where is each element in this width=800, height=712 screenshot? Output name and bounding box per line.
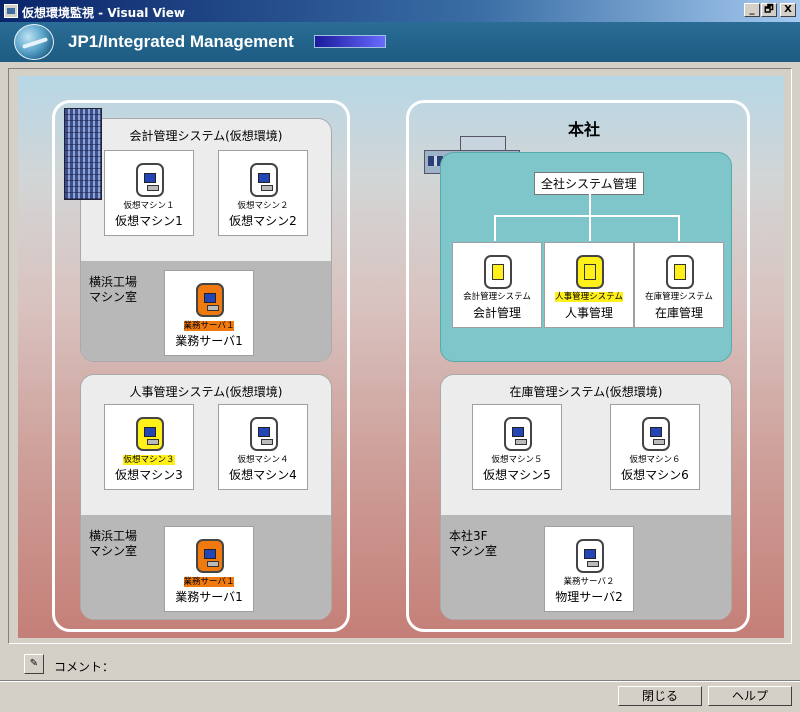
document-icon	[666, 255, 694, 289]
node-sublabel: 仮想マシン６	[629, 455, 681, 465]
group-title: 在庫管理システム(仮想環境)	[509, 385, 663, 399]
node-name: 業務サーバ1	[175, 334, 243, 348]
tree-connector	[494, 215, 496, 241]
tree-connector	[589, 215, 591, 241]
node-inventory-system[interactable]: 在庫管理システム 在庫管理	[634, 242, 724, 328]
node-sublabel: 人事管理システム	[555, 292, 623, 302]
app-icon	[4, 4, 18, 18]
group-title: 人事管理システム(仮想環境)	[129, 385, 283, 399]
node-name: 仮想マシン1	[115, 214, 183, 228]
node-sublabel: 仮想マシン３	[123, 455, 175, 465]
node-vm4[interactable]: 仮想マシン４ 仮想マシン4	[218, 404, 308, 490]
node-sublabel: 仮想マシン１	[123, 201, 175, 211]
pc-icon	[576, 539, 604, 573]
close-button[interactable]: 閉じる	[618, 686, 702, 706]
root-node-company-system[interactable]: 全社システム管理	[534, 172, 644, 195]
pc-icon	[136, 163, 164, 197]
node-name: 人事管理	[564, 306, 613, 320]
tree-connector	[678, 215, 680, 241]
node-sublabel: 会計管理システム	[463, 292, 531, 302]
node-sublabel: 仮想マシン４	[237, 455, 289, 465]
node-accounting-system[interactable]: 会計管理システム 会計管理	[452, 242, 542, 328]
node-server1-b[interactable]: 業務サーバ１ 業務サーバ1	[164, 526, 254, 612]
pc-icon	[504, 417, 532, 451]
footer-separator	[0, 680, 800, 682]
group-title: 会計管理システム(仮想環境)	[129, 129, 283, 143]
location-label: 本社3F マシン室	[449, 529, 498, 558]
node-name: 仮想マシン2	[229, 214, 297, 228]
node-name: 仮想マシン6	[621, 468, 689, 482]
restore-button[interactable]: 🗗	[761, 3, 777, 17]
node-sublabel: 業務サーバ１	[183, 321, 235, 331]
pc-icon	[196, 283, 224, 317]
product-header: JP1/Integrated Management	[0, 22, 800, 62]
window-title-bar[interactable]: 仮想環境監視 - Visual View _ 🗗 X	[0, 0, 800, 22]
node-sublabel: 業務サーバ２	[563, 577, 615, 587]
headquarters-label: 本社	[568, 120, 601, 139]
node-vm3[interactable]: 仮想マシン３ 仮想マシン3	[104, 404, 194, 490]
pc-icon	[250, 163, 278, 197]
node-name: 仮想マシン3	[115, 468, 183, 482]
node-name: 在庫管理	[654, 306, 703, 320]
minimize-button[interactable]: _	[744, 3, 760, 17]
node-hr-system[interactable]: 人事管理システム 人事管理	[544, 242, 634, 328]
pc-icon	[136, 417, 164, 451]
product-banner-bar	[314, 35, 386, 48]
node-name: 業務サーバ1	[175, 590, 243, 604]
visual-view-map: 会計管理システム(仮想環境) 横浜工場 マシン室 仮想マシン１ 仮想マシン1 仮…	[18, 76, 784, 638]
node-vm2[interactable]: 仮想マシン２ 仮想マシン2	[218, 150, 308, 236]
node-name: 仮想マシン4	[229, 468, 297, 482]
node-name: 会計管理	[472, 306, 521, 320]
close-window-button[interactable]: X	[780, 3, 796, 17]
jp1-logo-icon	[14, 24, 54, 60]
help-button[interactable]: ヘルプ	[708, 686, 792, 706]
node-sublabel: 業務サーバ１	[183, 577, 235, 587]
tree-connector	[494, 215, 680, 217]
node-sublabel: 在庫管理システム	[645, 292, 713, 302]
location-label: 横浜工場 マシン室	[89, 529, 138, 558]
node-name: 仮想マシン5	[483, 468, 551, 482]
document-icon	[484, 255, 512, 289]
pc-icon	[196, 539, 224, 573]
location-label: 横浜工場 マシン室	[89, 275, 138, 304]
node-vm5[interactable]: 仮想マシン５ 仮想マシン5	[472, 404, 562, 490]
pc-icon	[250, 417, 278, 451]
pc-icon	[642, 417, 670, 451]
window-title: 仮想環境監視 - Visual View	[22, 6, 186, 20]
office-tower-icon	[64, 108, 102, 200]
comment-icon[interactable]: ✎	[24, 654, 44, 674]
comment-label: コメント：	[54, 660, 115, 674]
node-server1-a[interactable]: 業務サーバ１ 業務サーバ1	[164, 270, 254, 356]
node-sublabel: 仮想マシン２	[237, 201, 289, 211]
node-physical-server2[interactable]: 業務サーバ２ 物理サーバ2	[544, 526, 634, 612]
node-name: 物理サーバ2	[555, 590, 623, 604]
document-icon	[576, 255, 604, 289]
product-name: JP1/Integrated Management	[68, 32, 294, 51]
tree-connector	[589, 193, 591, 215]
node-sublabel: 仮想マシン５	[491, 455, 543, 465]
node-vm6[interactable]: 仮想マシン６ 仮想マシン6	[610, 404, 700, 490]
node-vm1[interactable]: 仮想マシン１ 仮想マシン1	[104, 150, 194, 236]
